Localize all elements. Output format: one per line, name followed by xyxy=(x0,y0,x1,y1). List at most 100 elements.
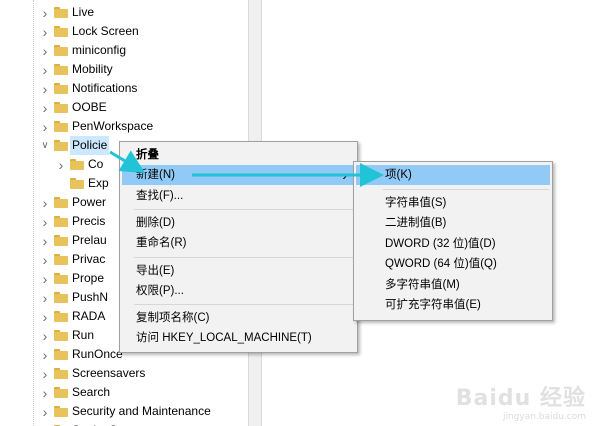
menu-item[interactable]: 多字符串值(M) xyxy=(356,275,550,295)
menu-item-label: 删除(D) xyxy=(136,216,175,229)
menu-separator xyxy=(134,208,354,210)
folder-icon xyxy=(70,159,84,170)
folder-icon xyxy=(54,121,68,132)
folder-icon xyxy=(54,311,68,322)
folder-icon xyxy=(54,102,68,113)
menu-item[interactable]: 项(K) xyxy=(356,165,550,185)
chevron-right-icon[interactable]: › xyxy=(40,81,50,97)
menu-item[interactable]: 二进制值(B) xyxy=(356,213,550,233)
context-menu: 折叠 新建(N) › 查找(F)... 删除(D) 重命名(R) 导出(E) 权限(P)...… xyxy=(119,141,358,353)
tree-item-label: Notifications xyxy=(72,81,138,95)
tree-item-label: PenWorkspace xyxy=(72,119,154,133)
folder-icon xyxy=(54,7,68,18)
menu-item-label: 查找(F)... xyxy=(136,189,184,202)
menu-item-label: 复制项名称(C) xyxy=(136,312,210,325)
menu-item[interactable]: 删除(D) xyxy=(122,213,355,233)
tree-item-label: Power xyxy=(72,195,107,209)
menu-item[interactable]: 访问 HKEY_LOCAL_MACHINE(T) xyxy=(122,328,355,348)
chevron-right-icon[interactable]: › xyxy=(40,404,50,420)
tree-item-label: Lock Screen xyxy=(72,24,139,38)
chevron-right-icon[interactable]: › xyxy=(40,233,50,249)
tree-item-label: OOBE xyxy=(72,100,107,114)
folder-icon xyxy=(54,292,68,303)
menu-item[interactable]: 重命名(R) xyxy=(122,233,355,253)
folder-icon xyxy=(54,197,68,208)
tree-item[interactable]: ›SettingSync xyxy=(0,421,248,426)
tree-item[interactable]: › Notifications xyxy=(0,79,248,98)
chevron-down-icon[interactable]: ∨ xyxy=(40,140,50,152)
menu-item[interactable]: 可扩充字符串值(E) xyxy=(356,295,550,315)
chevron-right-icon[interactable]: › xyxy=(40,366,50,382)
chevron-right-icon[interactable]: › xyxy=(40,385,50,401)
chevron-right-icon[interactable]: › xyxy=(40,43,50,59)
chevron-right-icon[interactable]: › xyxy=(40,214,50,230)
menu-item[interactable]: 新建(N) › xyxy=(122,165,355,186)
chevron-right-icon[interactable]: › xyxy=(40,290,50,306)
folder-icon xyxy=(54,254,68,265)
tree-item-label: Screensavers xyxy=(72,366,146,380)
menu-item-label: 二进制值(B) xyxy=(385,217,447,229)
folder-icon xyxy=(70,178,84,189)
menu-item[interactable]: 查找(F)... xyxy=(122,186,355,206)
folder-icon xyxy=(54,387,68,398)
tree-item[interactable]: › Search xyxy=(0,383,248,402)
menu-item[interactable]: QWORD (64 位)值(Q) xyxy=(356,254,550,274)
folder-icon xyxy=(54,64,68,75)
menu-item-label: 权限(P)... xyxy=(136,284,184,297)
chevron-right-icon[interactable]: › xyxy=(40,252,50,268)
chevron-right-icon[interactable]: › xyxy=(40,195,50,211)
folder-icon xyxy=(54,235,68,246)
menu-separator xyxy=(134,304,354,306)
menu-item-label: 可扩充字符串值(E) xyxy=(385,299,481,311)
menu-item-label: 项(K) xyxy=(385,169,412,181)
tree-item[interactable]: › OOBE xyxy=(0,98,248,117)
menu-item[interactable]: 权限(P)... xyxy=(122,281,355,301)
menu-item[interactable]: 导出(E) xyxy=(122,261,355,281)
tree-item[interactable]: › Mobility xyxy=(0,60,248,79)
tree-item[interactable]: › Security and Maintenance xyxy=(0,402,248,421)
chevron-right-icon[interactable]: › xyxy=(40,24,50,40)
tree-item-label: Live xyxy=(72,5,95,19)
chevron-right-icon[interactable]: › xyxy=(40,62,50,78)
chevron-right-icon[interactable]: › xyxy=(56,157,66,173)
chevron-right-icon[interactable]: › xyxy=(40,5,50,21)
menu-item[interactable]: 折叠 xyxy=(122,145,355,165)
submenu-arrow-icon: › xyxy=(342,167,347,184)
menu-item-label: QWORD (64 位)值(Q) xyxy=(385,258,497,270)
tree-item-label: RunOnce xyxy=(72,347,123,361)
chevron-right-icon[interactable]: › xyxy=(40,119,50,135)
menu-item[interactable]: DWORD (32 位)值(D) xyxy=(356,234,550,254)
tree-item-label: RADA xyxy=(72,309,106,323)
tree-item-label: PushN xyxy=(72,290,109,304)
tree-item[interactable]: › Lock Screen xyxy=(0,22,248,41)
tree-item-label: miniconfig xyxy=(72,43,127,57)
menu-item-label: 字符串值(S) xyxy=(385,196,447,209)
chevron-right-icon[interactable]: › xyxy=(40,328,50,344)
menu-item[interactable]: 字符串值(S) xyxy=(356,193,550,213)
folder-icon xyxy=(54,330,68,341)
tree-item-label: SettingSync xyxy=(72,421,136,426)
folder-icon xyxy=(54,216,68,227)
tree-item-label: Prelau xyxy=(72,233,107,247)
menu-item[interactable]: 复制项名称(C) xyxy=(122,308,355,328)
tree-item[interactable]: › Live xyxy=(0,3,248,22)
menu-item-label: 访问 HKEY_LOCAL_MACHINE(T) xyxy=(136,332,312,345)
chevron-right-icon[interactable]: › xyxy=(40,309,50,325)
folder-icon xyxy=(54,273,68,284)
folder-icon xyxy=(54,406,68,417)
tree-item-label: Mobility xyxy=(72,62,113,76)
tree-item[interactable]: › Screensavers xyxy=(0,364,248,383)
menu-item-label: 重命名(R) xyxy=(136,237,187,250)
chevron-right-icon[interactable]: › xyxy=(40,347,50,363)
tree-item-label: Policie xyxy=(70,136,110,155)
menu-item-label: DWORD (32 位)值(D) xyxy=(385,237,496,250)
tree-item[interactable]: › miniconfig xyxy=(0,41,248,60)
folder-icon xyxy=(54,45,68,56)
watermark-logo: Baidu 经验 xyxy=(455,386,586,411)
tree-item-label: Co xyxy=(88,157,104,171)
menu-item-label: 多字符串值(M) xyxy=(385,278,460,291)
folder-icon xyxy=(54,140,68,151)
chevron-right-icon[interactable]: › xyxy=(40,100,50,116)
tree-item[interactable]: › PenWorkspace xyxy=(0,117,248,136)
chevron-right-icon[interactable]: › xyxy=(40,271,50,287)
